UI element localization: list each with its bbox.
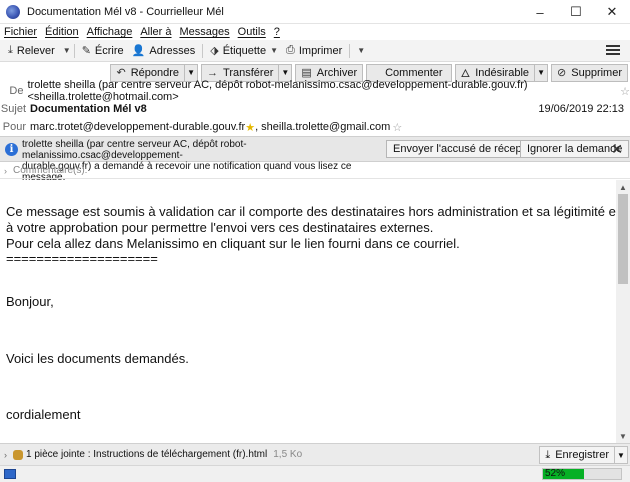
no-entry-icon: ⊘ <box>557 67 567 79</box>
divider <box>73 43 75 58</box>
save-label: Enregistrer <box>555 449 609 461</box>
chevron-right-icon[interactable]: › <box>4 450 7 460</box>
divider <box>202 43 204 58</box>
notification-line-1: trolette sheilla (par centre serveur AC,… <box>22 139 247 161</box>
write-button[interactable]: ✎ Écrire <box>78 42 128 60</box>
menu-outils[interactable]: Outils <box>238 26 266 38</box>
menu-bar: Fichier Édition Affichage Aller à Messag… <box>0 24 630 40</box>
to-address-2[interactable]: , sheilla.trolette@gmail.com <box>255 121 390 133</box>
attachment-size: 1,5 Ko <box>273 449 303 460</box>
minimize-button[interactable]: – <box>522 0 558 24</box>
subject-value: Documentation Mél v8 <box>30 103 147 115</box>
message-header: ↶ Répondre ▼ → Transférer ▼ ▤ Archiver C… <box>0 62 630 136</box>
menu-edition[interactable]: Édition <box>45 26 79 38</box>
reply-icon: ↶ <box>116 67 126 79</box>
connection-icon <box>4 469 16 479</box>
status-bar: 52% <box>0 465 630 482</box>
save-attachment-button[interactable]: ⤓ Enregistrer ▼ <box>539 446 628 464</box>
app-icon <box>6 4 20 19</box>
body-line: Ce message est soumis à validation car i… <box>6 204 616 219</box>
to-label: Pour <box>2 121 26 133</box>
star-filled-icon[interactable]: ★ <box>245 121 255 134</box>
hamburger-menu-icon[interactable] <box>606 43 620 57</box>
from-row: De trolette sheilla (par centre serveur … <box>0 79 630 103</box>
to-address-1[interactable]: marc.trotet@developpement-durable.gouv.f… <box>30 121 245 133</box>
progress-text: 52% <box>545 468 566 479</box>
body-line: cordialement <box>6 407 81 422</box>
menu-affichage[interactable]: Affichage <box>87 26 133 38</box>
delete-label: Supprimer <box>571 66 622 79</box>
body-line: ==================== <box>6 251 158 266</box>
tag-label: Étiquette <box>222 44 267 57</box>
receive-button[interactable]: ⤓ Relever <box>4 42 59 60</box>
body-line: Voici les documents demandés. <box>6 351 189 366</box>
menu-fichier[interactable]: Fichier <box>4 26 37 38</box>
divider <box>349 43 351 58</box>
info-icon: i <box>5 143 18 156</box>
receive-dropdown[interactable]: ▼ <box>63 46 71 55</box>
print-button[interactable]: ⎙ Imprimer <box>282 42 346 60</box>
window-title: Documentation Mél v8 - Courrielleur Mél <box>27 5 224 18</box>
receive-label: Relever <box>16 44 55 57</box>
forward-label: Transférer <box>223 66 274 79</box>
window-controls: – ☐ ✕ <box>522 0 630 24</box>
scroll-up-icon[interactable]: ▲ <box>616 180 630 194</box>
addresses-button[interactable]: 👤 Adresses <box>128 42 200 60</box>
body-line: Pour cela allez dans Melanissimo en cliq… <box>6 236 460 251</box>
close-window-button[interactable]: ✕ <box>594 0 630 24</box>
to-row: Pour marc.trotet@developpement-durable.g… <box>0 118 630 136</box>
progress-bar: 52% <box>542 468 622 480</box>
forward-icon: → <box>207 66 219 79</box>
printer-icon: ⎙ <box>286 44 295 56</box>
comments-toggle[interactable]: › Commentaire(s): <box>0 163 630 179</box>
reply-label: Répondre <box>130 66 180 79</box>
tag-button[interactable]: ⬗ Étiquette ▼ <box>206 42 282 60</box>
menu-aller[interactable]: Aller à <box>140 26 171 38</box>
subject-row: Sujet Documentation Mél v8 19/06/2019 22… <box>0 100 630 118</box>
archive-label: Archiver <box>316 66 358 79</box>
attachment-bar: › 1 pièce jointe : Instructions de téléc… <box>0 443 630 465</box>
pen-icon: ✎ <box>81 45 91 57</box>
addresses-label: Adresses <box>149 44 196 57</box>
read-receipt-bar: i trolette sheilla (par centre serveur A… <box>0 136 630 183</box>
download-icon: ⤓ <box>8 44 13 56</box>
download-icon: ⤓ <box>545 448 551 461</box>
scroll-down-icon[interactable]: ▼ <box>616 429 630 443</box>
body-line: Bonjour, <box>6 294 54 309</box>
maximize-button[interactable]: ☐ <box>558 0 594 24</box>
write-label: Écrire <box>94 44 124 57</box>
print-label: Imprimer <box>298 44 343 57</box>
title-bar: Documentation Mél v8 - Courrielleur Mél … <box>0 0 630 24</box>
message-body: Ce message est soumis à validation car i… <box>0 180 616 443</box>
chevron-right-icon: › <box>4 165 7 176</box>
print-dropdown[interactable]: ▼ <box>357 46 365 55</box>
from-label: De <box>9 85 24 97</box>
contact-icon: 👤 <box>131 45 146 57</box>
subject-label: Sujet <box>0 103 26 115</box>
star-icon[interactable]: ☆ <box>392 121 402 134</box>
comment-label: Commenter <box>385 66 443 79</box>
body-scrollbar[interactable]: ▲ ▼ <box>616 180 630 443</box>
chevron-down-icon[interactable]: ▼ <box>614 447 627 463</box>
scroll-thumb[interactable] <box>618 194 628 284</box>
comments-label: Commentaire(s): <box>13 165 88 176</box>
body-line: à votre approbation pour permettre l'env… <box>6 220 434 235</box>
close-icon[interactable]: ✕ <box>611 141 623 158</box>
message-date: 19/06/2019 22:13 <box>538 103 624 115</box>
menu-help[interactable]: ? <box>274 26 280 38</box>
paperclip-icon <box>13 449 23 460</box>
archive-icon: ▤ <box>301 67 312 79</box>
main-toolbar: ⤓ Relever ▼ ✎ Écrire 👤 Adresses ⬗ Étique… <box>0 40 630 62</box>
attachment-label[interactable]: 1 pièce jointe : Instructions de télécha… <box>26 449 267 460</box>
menu-messages[interactable]: Messages <box>180 26 230 38</box>
junk-label: Indésirable <box>475 66 530 79</box>
tag-icon: ⬗ <box>210 45 219 57</box>
star-icon[interactable]: ☆ <box>620 85 630 98</box>
chevron-down-icon: ▼ <box>270 46 279 55</box>
